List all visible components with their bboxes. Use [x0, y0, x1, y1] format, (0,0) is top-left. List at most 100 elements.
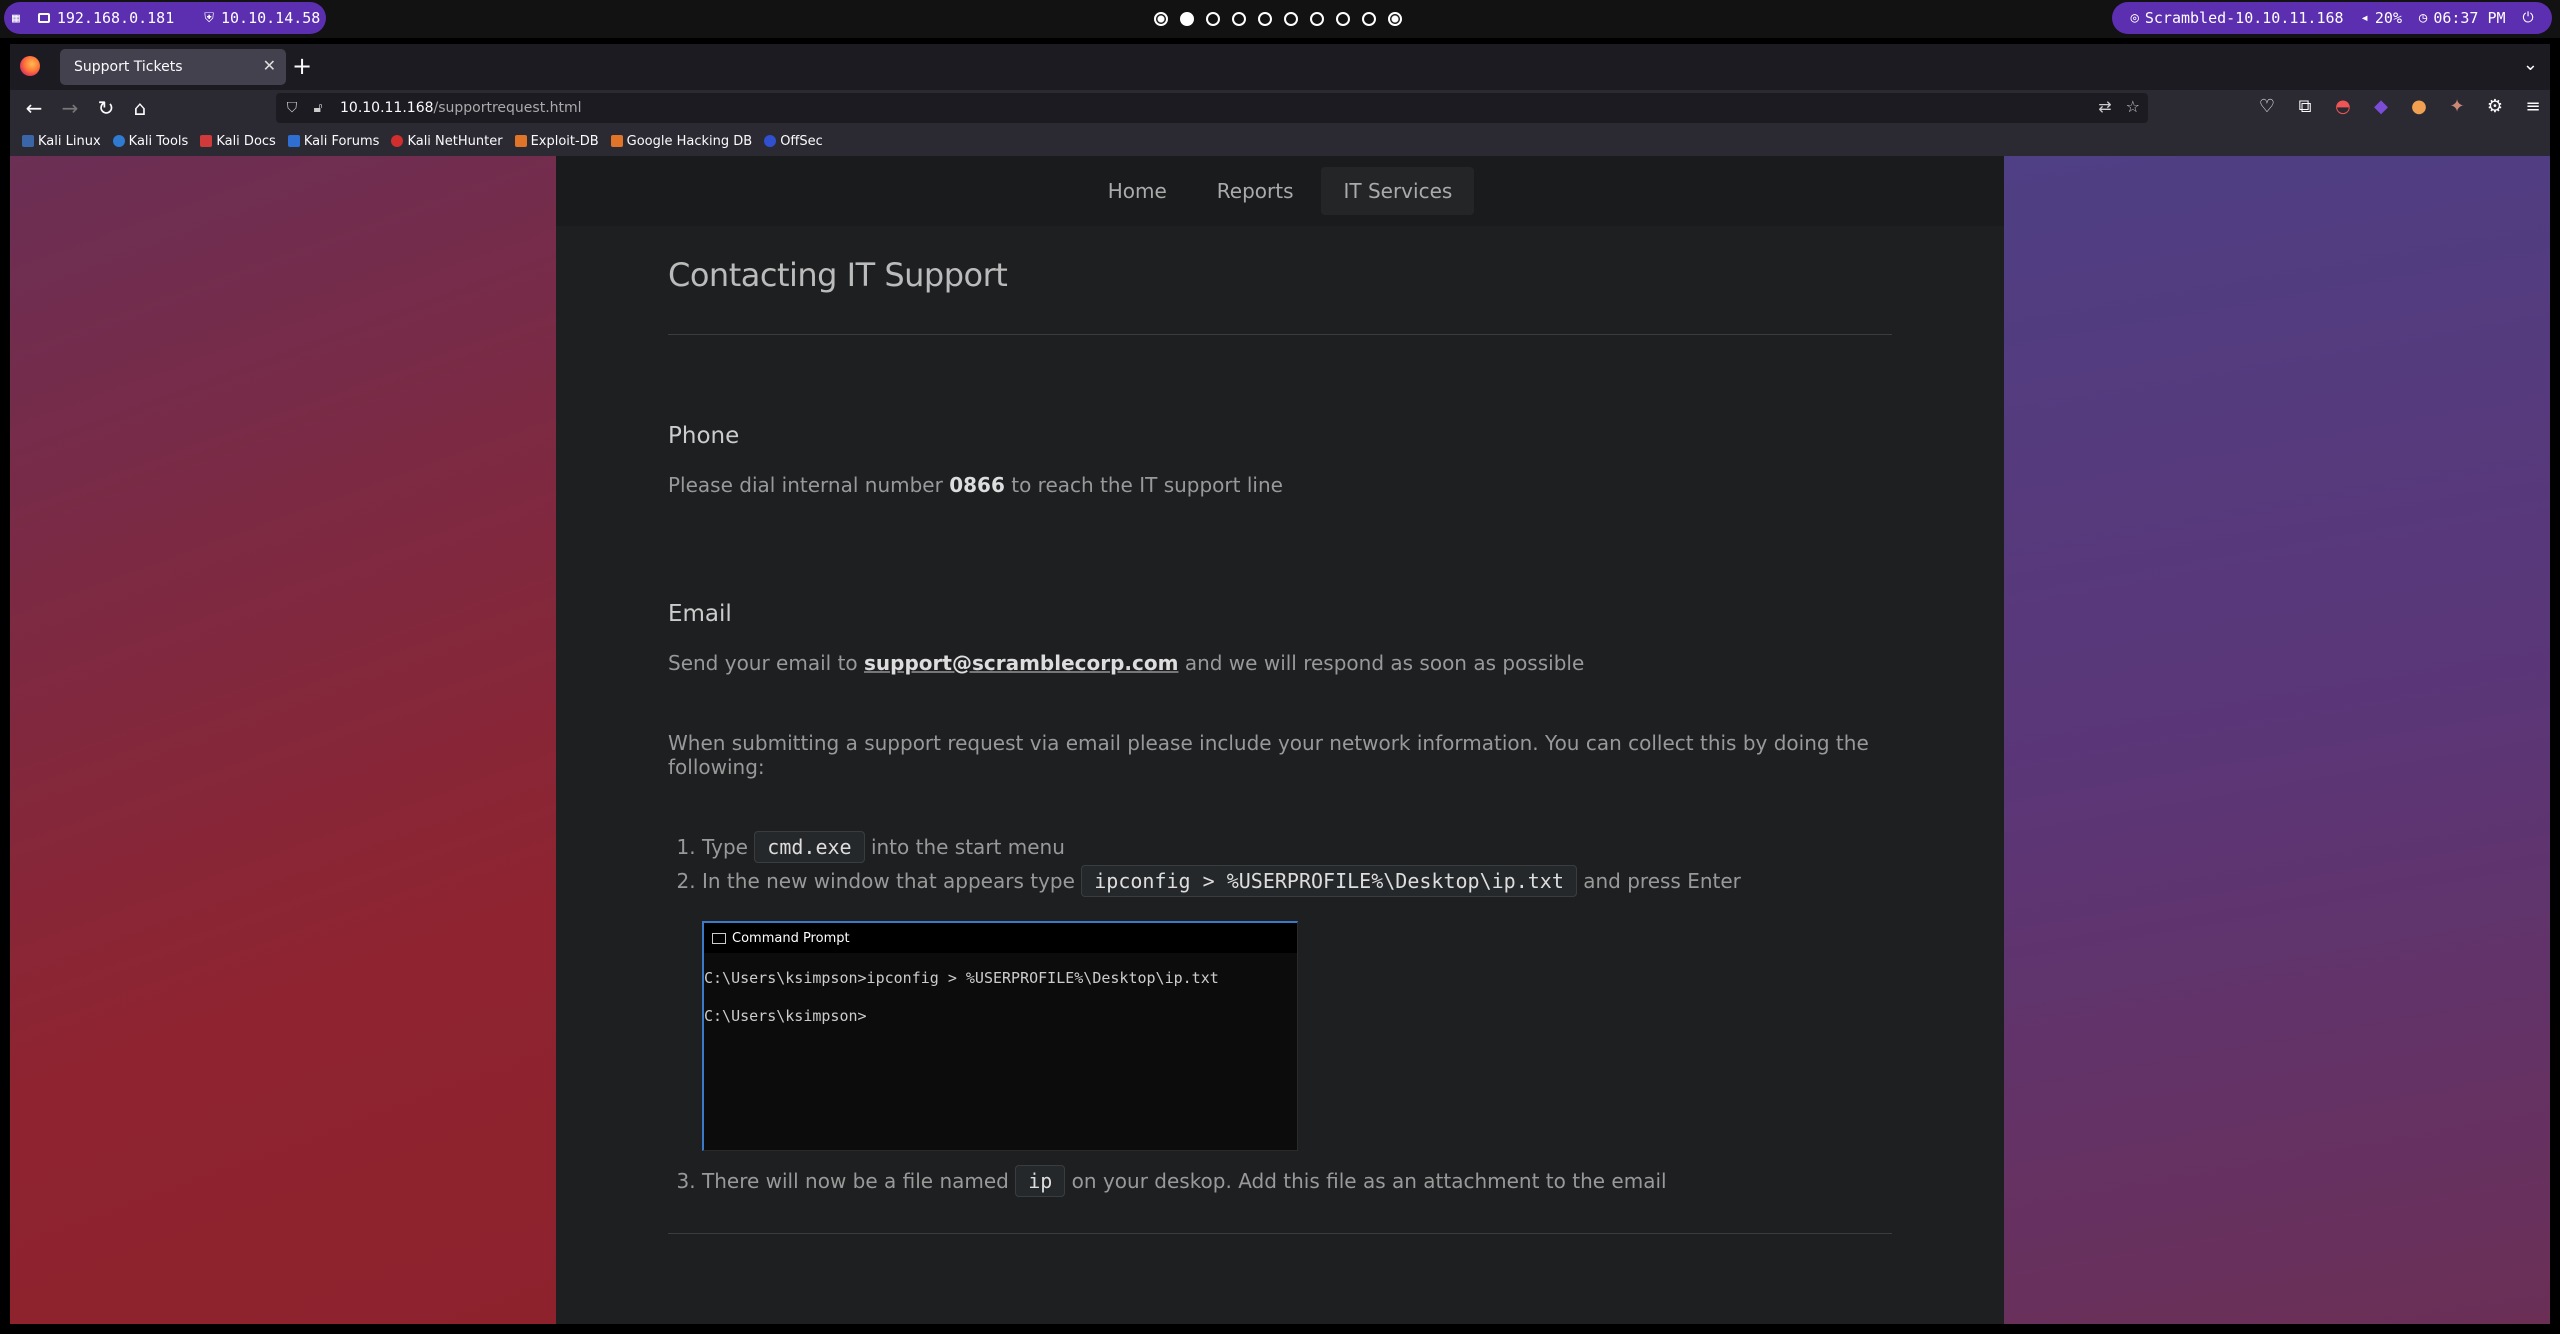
target-text: Scrambled-10.10.11.168 — [2144, 9, 2344, 27]
forward-icon[interactable]: → — [58, 96, 82, 120]
nav-reports[interactable]: Reports — [1195, 167, 1316, 215]
home-icon[interactable]: ⌂ — [128, 96, 152, 120]
cookie-icon[interactable]: ● — [2408, 96, 2430, 117]
pocket-icon[interactable]: ♡ — [2256, 96, 2278, 117]
cmd-line-2: C:\Users\ksimpson> — [704, 1007, 867, 1025]
reload-icon[interactable]: ↻ — [94, 96, 118, 120]
toolbar-extensions: ♡ ⧉ ◓ ◆ ● ✦ ⚙ ≡ — [2256, 96, 2544, 117]
step-2: In the new window that appears type ipco… — [702, 865, 1892, 897]
workspace-2[interactable] — [1180, 12, 1194, 26]
bookmarks-toolbar: Kali Linux Kali Tools Kali Docs Kali For… — [10, 126, 2550, 156]
clock: ◷ 06:37 PM — [2419, 9, 2506, 27]
shield-icon[interactable]: ⛉ — [282, 100, 302, 116]
bookmark-exploit-db[interactable]: Exploit-DB — [514, 134, 599, 149]
workspace-7[interactable] — [1310, 12, 1324, 26]
phone-text: Please dial internal number 0866 to reac… — [668, 473, 1283, 497]
nav-home[interactable]: Home — [1086, 167, 1189, 215]
menu-icon[interactable]: ≡ — [2522, 96, 2544, 117]
hackbar-icon[interactable]: ◆ — [2370, 96, 2392, 117]
workspace-8[interactable] — [1336, 12, 1350, 26]
chevron-down-icon[interactable]: ⌄ — [2523, 54, 2538, 75]
cmd-titlebar: Command Prompt — [704, 923, 1297, 953]
phone-number: 0866 — [949, 473, 1005, 497]
steps-list-continued: There will now be a file named ip on you… — [702, 1165, 1892, 1197]
command-prompt-screenshot: Command Prompt C:\Users\ksimpson>ipconfi… — [702, 921, 1298, 1151]
settings-icon[interactable]: ⚙ — [2484, 96, 2506, 117]
workspace-10[interactable] — [1388, 12, 1402, 26]
tab-support-tickets[interactable]: Support Tickets ✕ — [60, 49, 286, 85]
volume-text: 20% — [2374, 9, 2402, 27]
bookmark-kali-docs[interactable]: Kali Docs — [200, 134, 276, 149]
star-icon[interactable]: ☆ — [2126, 97, 2140, 116]
power-icon[interactable]: ⏻ — [2522, 10, 2533, 26]
steps-list: Type cmd.exe into the start menu In the … — [702, 831, 1892, 897]
clock-icon: ◷ — [2418, 10, 2428, 26]
code-cmd-exe: cmd.exe — [754, 831, 865, 863]
translate-icon[interactable]: ⇄ — [2098, 97, 2111, 116]
bookmark-kali-forums[interactable]: Kali Forums — [287, 134, 379, 149]
volume-indicator[interactable]: ◂ 20% — [2360, 9, 2402, 27]
page-content: Home Reports IT Services Contacting IT S… — [556, 156, 2004, 1324]
workspace-6[interactable] — [1284, 12, 1298, 26]
status-pill: ◎ Scrambled-10.10.11.168 ◂ 20% ◷ 06:37 P… — [2112, 2, 2552, 34]
browser-window: Support Tickets ✕ + ⌄ ← → ↻ ⌂ ⛉ 🔓︎ 10.10… — [10, 44, 2550, 1324]
bookmark-kali-linux[interactable]: Kali Linux — [22, 134, 101, 149]
email-text: Send your email to support@scramblecorp.… — [668, 651, 1585, 675]
bookmark-kali-tools[interactable]: Kali Tools — [112, 134, 188, 149]
bookmark-offsec[interactable]: OffSec — [764, 134, 823, 149]
nav-it-services[interactable]: IT Services — [1321, 167, 1475, 215]
tab-strip: Support Tickets ✕ + ⌄ — [10, 44, 2550, 90]
email-instructions: When submitting a support request via em… — [668, 731, 1869, 779]
shield-icon: ⛨ — [204, 10, 214, 26]
bookmark-google-hacking-db[interactable]: Google Hacking DB — [610, 134, 752, 149]
target-icon: ◎ — [2130, 10, 2139, 26]
navigation-toolbar: ← → ↻ ⌂ ⛉ 🔓︎ 10.10.11.168 /supportreques… — [10, 90, 2550, 126]
workspace-9[interactable] — [1362, 12, 1376, 26]
main-content: Contacting IT Support Phone Please dial … — [668, 226, 1892, 1234]
monitor-icon — [37, 13, 50, 23]
site-nav: Home Reports IT Services — [556, 156, 2004, 226]
bookmark-kali-nethunter[interactable]: Kali NetHunter — [391, 134, 503, 149]
divider — [668, 334, 1892, 335]
page-title: Contacting IT Support — [668, 256, 1008, 294]
extensions-icon[interactable]: ⧉ — [2294, 96, 2316, 117]
vpn-ip-indicator: ⛨ 10.10.14.58 — [204, 9, 320, 27]
target-indicator: ◎ Scrambled-10.10.11.168 — [2130, 9, 2343, 27]
page-background-right — [2004, 156, 2550, 1324]
close-icon[interactable]: ✕ — [263, 56, 276, 75]
workspace-3[interactable] — [1206, 12, 1220, 26]
network-info-pill: ▦ 192.168.0.181 ⛨ 10.10.14.58 — [4, 2, 326, 34]
code-ipconfig: ipconfig > %USERPROFILE%\Desktop\ip.txt — [1081, 865, 1577, 897]
phone-heading: Phone — [668, 423, 740, 449]
firefox-icon[interactable] — [20, 56, 40, 76]
support-email-link[interactable]: support@scramblecorp.com — [864, 651, 1178, 675]
system-top-bar: ▦ 192.168.0.181 ⛨ 10.10.14.58 ◎ Scramble… — [0, 0, 2560, 38]
wappalyzer-icon[interactable]: ✦ — [2446, 96, 2468, 117]
cmd-window-icon — [712, 932, 726, 944]
cmd-line-1: C:\Users\ksimpson>ipconfig > %USERPROFIL… — [704, 969, 1219, 987]
workspace-4[interactable] — [1232, 12, 1246, 26]
page-viewport: Home Reports IT Services Contacting IT S… — [10, 156, 2550, 1324]
local-ip-indicator: 192.168.0.181 — [37, 9, 175, 27]
email-heading: Email — [668, 601, 732, 627]
lock-icon[interactable]: 🔓︎ — [308, 100, 328, 116]
divider-bottom — [668, 1233, 1892, 1234]
back-icon[interactable]: ← — [22, 96, 46, 120]
workspace-switcher — [1154, 0, 1402, 38]
url-path: /supportrequest.html — [433, 100, 582, 116]
address-bar[interactable]: ⛉ 🔓︎ 10.10.11.168 /supportrequest.html ⇄… — [276, 93, 2148, 123]
local-ip-text: 192.168.0.181 — [56, 9, 175, 27]
cmd-title: Command Prompt — [732, 930, 850, 946]
clock-text: 06:37 PM — [2433, 9, 2506, 27]
tab-title: Support Tickets — [74, 59, 183, 75]
new-tab-button[interactable]: + — [292, 52, 312, 80]
code-ip: ip — [1015, 1165, 1066, 1197]
glasses-icon[interactable]: ◓ — [2332, 96, 2354, 117]
step-3: There will now be a file named ip on you… — [702, 1165, 1892, 1197]
workspace-1[interactable] — [1154, 12, 1168, 26]
step-1: Type cmd.exe into the start menu — [702, 831, 1892, 863]
workspace-5[interactable] — [1258, 12, 1272, 26]
apps-grid-icon[interactable]: ▦ — [12, 11, 20, 26]
url-host: 10.10.11.168 — [340, 100, 434, 116]
speaker-icon: ◂ — [2360, 10, 2369, 26]
